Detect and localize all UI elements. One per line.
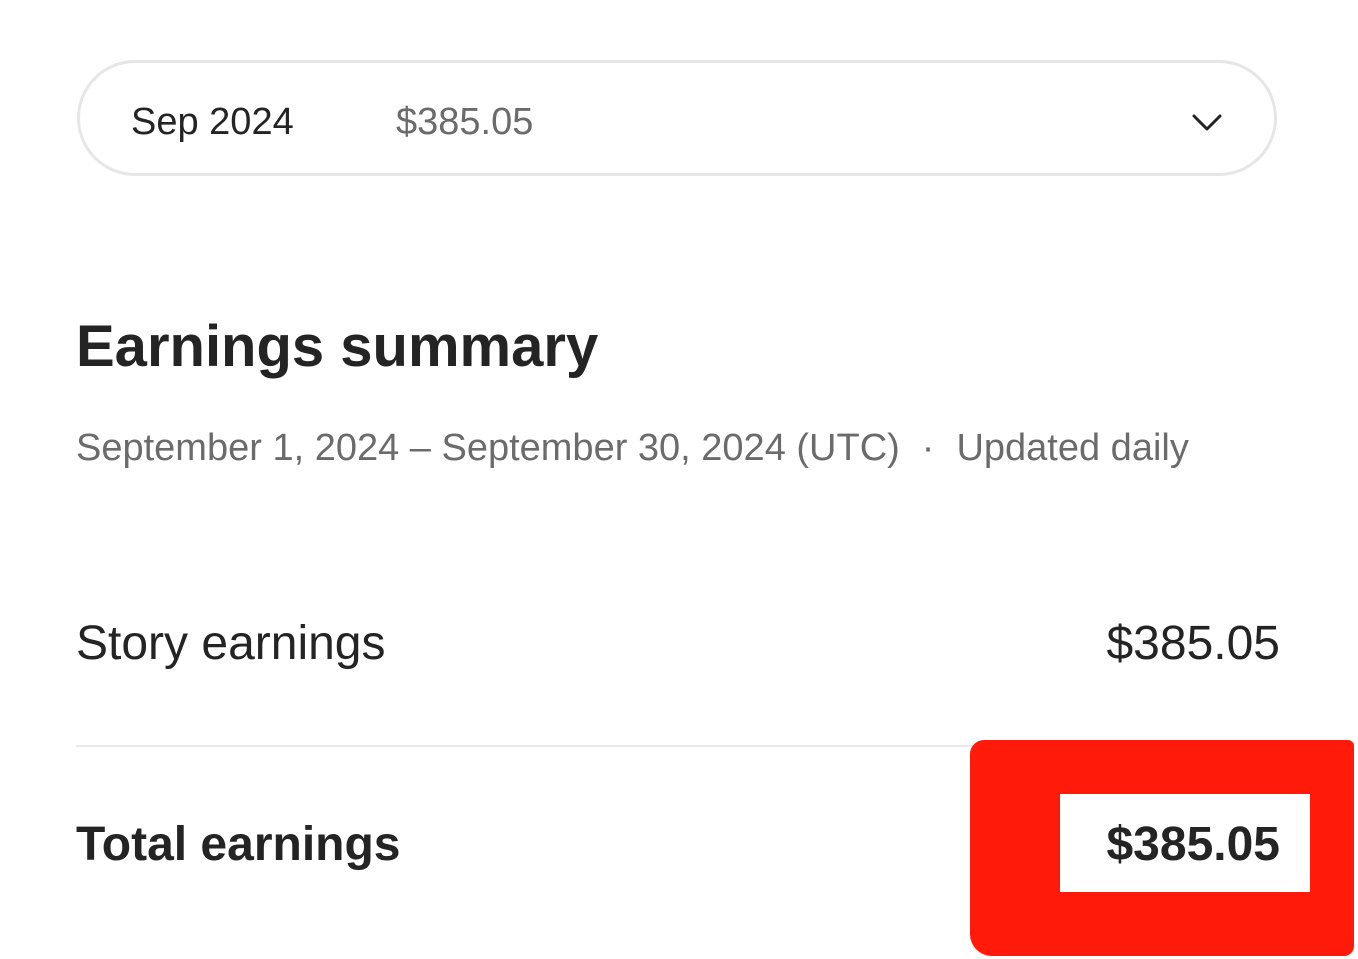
story-earnings-value: $385.05 (1106, 617, 1280, 670)
chevron-down-icon[interactable] (1190, 105, 1224, 139)
story-earnings-label: Story earnings (76, 617, 386, 670)
separator-dot: · (921, 427, 935, 469)
month-selector-dropdown[interactable]: Sep 2024 $385.05 (77, 60, 1277, 176)
update-note: Updated daily (956, 427, 1189, 469)
total-earnings-label: Total earnings (76, 818, 401, 871)
selected-month: Sep 2024 (131, 101, 294, 143)
summary-subtitle: September 1, 2024 – September 30, 2024 (… (76, 424, 1189, 472)
date-range: September 1, 2024 – September 30, 2024 (… (76, 427, 900, 469)
total-earnings-value: $385.05 (1106, 818, 1280, 871)
selected-month-amount: $385.05 (396, 101, 534, 143)
page-title: Earnings summary (76, 314, 599, 379)
